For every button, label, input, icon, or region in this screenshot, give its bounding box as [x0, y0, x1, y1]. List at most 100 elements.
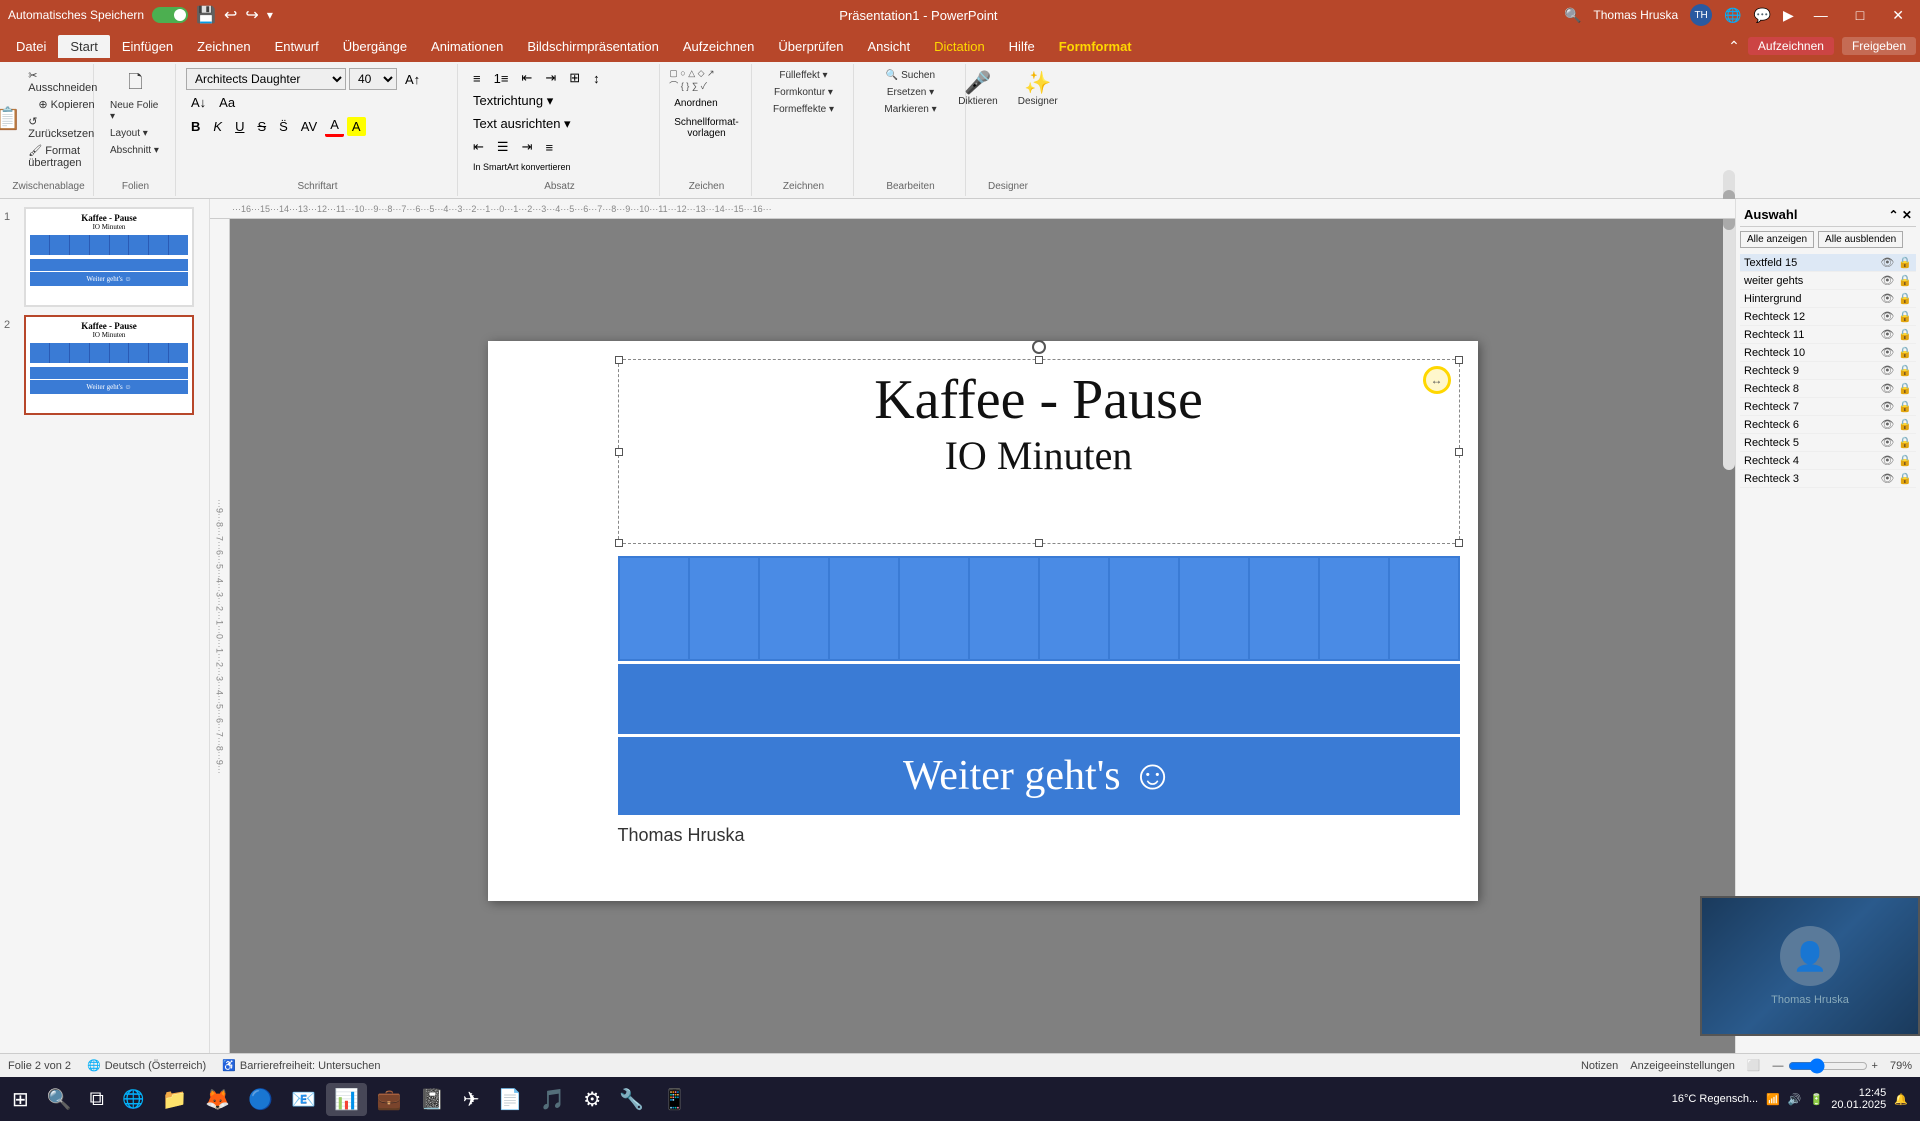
rotate-handle[interactable] — [1032, 340, 1046, 354]
layer-item-11[interactable]: Rechteck 4 👁🔒 — [1740, 452, 1916, 470]
neue-folie-button[interactable]: 📋 — [0, 104, 20, 134]
tab-animationen[interactable]: Animationen — [419, 35, 515, 58]
tab-start[interactable]: Start — [58, 35, 109, 58]
tab-einfuegen[interactable]: Einfügen — [110, 35, 185, 58]
layer-eye-11[interactable]: 👁 — [1880, 454, 1894, 467]
teams-button[interactable]: 💼 — [369, 1083, 410, 1116]
accessibility-status[interactable]: ♿ Barrierefreiheit: Untersuchen — [222, 1059, 380, 1072]
layer-eye-4[interactable]: 👁 — [1880, 328, 1894, 341]
anordnen-button[interactable]: Anordnen — [669, 96, 722, 111]
suchen-btn[interactable]: 🔍 Suchen — [878, 68, 942, 83]
tab-zeichnen[interactable]: Zeichnen — [185, 35, 262, 58]
schnellformat-button[interactable]: Schnellformat­vorlagen — [669, 115, 743, 141]
more-icon[interactable]: ▾ — [267, 8, 273, 22]
align-center-button[interactable]: ☰ — [492, 137, 514, 157]
layer-lock-6[interactable]: 🔒 — [1898, 364, 1912, 377]
layer-lock-5[interactable]: 🔒 — [1898, 346, 1912, 359]
justify-button[interactable]: ≡ — [540, 138, 558, 157]
app8-button[interactable]: 🔧 — [611, 1083, 652, 1116]
battery-icon[interactable]: 🔋 — [1810, 1093, 1824, 1106]
powerpoint-button[interactable]: 📊 — [326, 1083, 367, 1116]
font-family-select[interactable]: Architects Daughter — [186, 68, 346, 90]
designer-button[interactable]: ✨ Designer — [1012, 68, 1064, 109]
chrome-button[interactable]: 🔵 — [240, 1083, 281, 1116]
layer-lock-12[interactable]: 🔒 — [1898, 472, 1912, 485]
formeffekte-btn[interactable]: Formeffekte ▾ — [767, 102, 840, 117]
handle-bl[interactable] — [615, 539, 623, 547]
italic-button[interactable]: K — [208, 117, 227, 136]
layer-item-12[interactable]: Rechteck 3 👁🔒 — [1740, 470, 1916, 488]
layer-eye-5[interactable]: 👁 — [1880, 346, 1894, 359]
acrobat-button[interactable]: 📄 — [489, 1083, 530, 1116]
layer-lock-2[interactable]: 🔒 — [1898, 292, 1912, 305]
edge-button[interactable]: 🌐 — [114, 1085, 152, 1114]
tab-entwurf[interactable]: Entwurf — [263, 35, 331, 58]
text-box-selection[interactable]: ↔ Kaffee - Pause IO Minuten — [618, 359, 1460, 544]
view-normal-icon[interactable]: ⬜ — [1747, 1059, 1761, 1072]
layer-eye-12[interactable]: 👁 — [1880, 472, 1894, 485]
slide-thumb-1[interactable]: 1 Kaffee - Pause IO Minuten — [4, 207, 205, 307]
tab-formformat[interactable]: Formformat — [1047, 35, 1144, 58]
textrichtung-button[interactable]: Textrichtung ▾ — [468, 91, 558, 111]
align-left-button[interactable]: ⇤ — [468, 137, 489, 157]
layer-item-4[interactable]: Rechteck 11 👁🔒 — [1740, 326, 1916, 344]
highlight-button[interactable]: A — [347, 117, 366, 136]
layer-lock-7[interactable]: 🔒 — [1898, 382, 1912, 395]
maximize-button[interactable]: □ — [1848, 5, 1872, 25]
layer-item-7[interactable]: Rechteck 8 👁🔒 — [1740, 380, 1916, 398]
fullleffekt-btn[interactable]: Fülleffekt ▾ — [767, 68, 840, 83]
font-size-select[interactable]: 40 — [349, 68, 397, 90]
layer-lock-9[interactable]: 🔒 — [1898, 418, 1912, 431]
layer-eye-1[interactable]: 👁 — [1880, 274, 1894, 287]
decrease-indent-button[interactable]: ⇤ — [516, 68, 537, 88]
handle-tl[interactable] — [615, 356, 623, 364]
sound-icon[interactable]: 🔊 — [1788, 1093, 1802, 1106]
layer-eye-10[interactable]: 👁 — [1880, 436, 1894, 449]
abschnitt-btn[interactable]: Abschnitt ▾ — [104, 143, 165, 158]
layer-lock-10[interactable]: 🔒 — [1898, 436, 1912, 449]
layer-eye-0[interactable]: 👁 — [1880, 256, 1894, 269]
comment-icon[interactable]: 💬 — [1754, 7, 1771, 24]
handle-bc[interactable] — [1035, 539, 1043, 547]
slide-img-1[interactable]: Kaffee - Pause IO Minuten Weit — [24, 207, 194, 307]
layer-item-9[interactable]: Rechteck 6 👁🔒 — [1740, 416, 1916, 434]
show-all-button[interactable]: Alle anzeigen — [1740, 231, 1814, 248]
line-spacing-button[interactable]: ↕ — [588, 69, 605, 88]
onenote-button[interactable]: 📓 — [412, 1083, 453, 1116]
share-icon[interactable]: 🌐 — [1724, 7, 1741, 24]
font-grow-button[interactable]: A↑ — [400, 70, 425, 89]
markieren-btn[interactable]: Markieren ▾ — [878, 102, 942, 117]
handle-mr[interactable] — [1455, 448, 1463, 456]
zoom-range[interactable] — [1788, 1058, 1868, 1074]
layer-item-10[interactable]: Rechteck 5 👁🔒 — [1740, 434, 1916, 452]
font-color-button[interactable]: A — [325, 115, 344, 137]
layer-eye-9[interactable]: 👁 — [1880, 418, 1894, 431]
notification-icon[interactable]: 🔔 — [1894, 1093, 1908, 1106]
handle-ml[interactable] — [615, 448, 623, 456]
tab-ueberpruefen[interactable]: Überprüfen — [766, 35, 855, 58]
minimize-button[interactable]: — — [1806, 5, 1836, 25]
layer-lock-0[interactable]: 🔒 — [1898, 256, 1912, 269]
layer-item-3[interactable]: Rechteck 12 👁🔒 — [1740, 308, 1916, 326]
layer-lock-8[interactable]: 🔒 — [1898, 400, 1912, 413]
char-spacing-button[interactable]: AV — [296, 117, 322, 136]
formkontur-btn[interactable]: Formkontur ▾ — [767, 85, 840, 100]
close-button[interactable]: ✕ — [1884, 5, 1912, 26]
layer-item-0[interactable]: Textfeld 15 👁🔒 — [1740, 254, 1916, 272]
undo-icon[interactable]: ↩ — [224, 5, 237, 25]
clock[interactable]: 12:45 20.01.2025 — [1831, 1087, 1886, 1111]
present-icon[interactable]: ▶ — [1783, 7, 1794, 24]
network-icon[interactable]: 📶 — [1766, 1093, 1780, 1106]
hide-all-button[interactable]: Alle ausblenden — [1818, 231, 1903, 248]
app6-button[interactable]: 🎵 — [532, 1083, 573, 1116]
bold-button[interactable]: B — [186, 117, 205, 136]
layer-eye-3[interactable]: 👁 — [1880, 310, 1894, 323]
notes-button[interactable]: Notizen — [1581, 1060, 1618, 1072]
layer-lock-11[interactable]: 🔒 — [1898, 454, 1912, 467]
layer-eye-2[interactable]: 👁 — [1880, 292, 1894, 305]
language-icon[interactable]: 🌐 — [87, 1059, 101, 1072]
tab-aufzeichnen[interactable]: Aufzeichnen — [671, 35, 767, 58]
save-icon[interactable]: 💾 — [196, 5, 216, 25]
layer-item-6[interactable]: Rechteck 9 👁🔒 — [1740, 362, 1916, 380]
handle-tc[interactable] — [1035, 356, 1043, 364]
